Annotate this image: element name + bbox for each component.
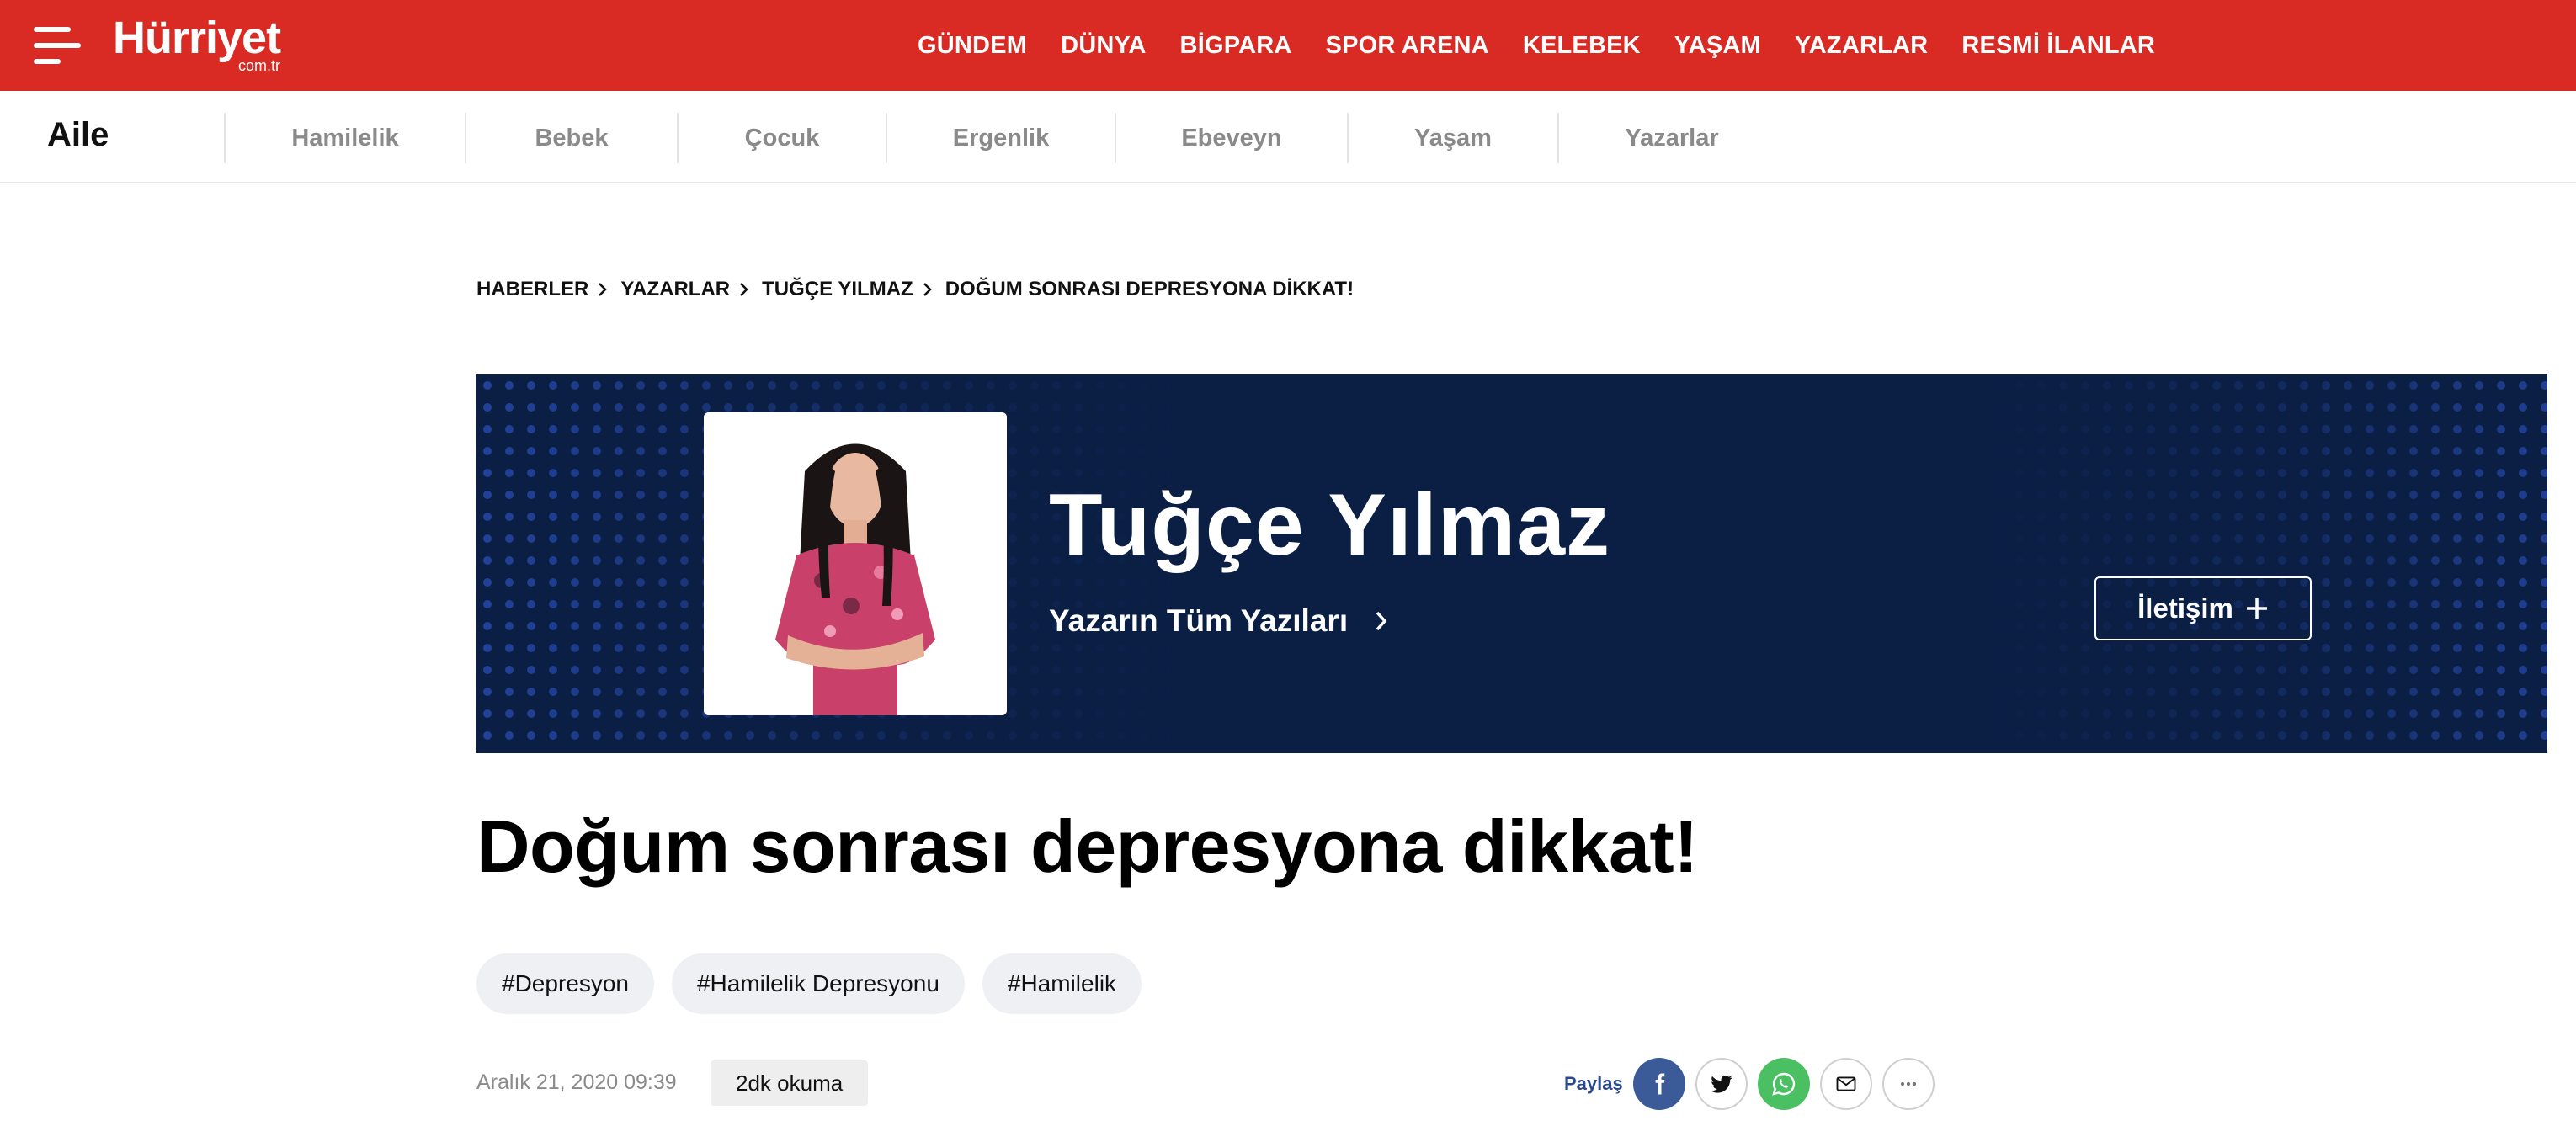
nav-yasam[interactable]: YAŞAM: [1674, 32, 1761, 60]
nav-dunya[interactable]: DÜNYA: [1061, 32, 1146, 60]
author-name: Tuğçe Yılmaz: [1049, 476, 1611, 574]
subnav-item-yasam[interactable]: Yaşam: [1347, 113, 1557, 163]
nav-yazarlar[interactable]: YAZARLAR: [1795, 32, 1928, 60]
author-banner: Tuğçe Yılmaz Yazarın Tüm Yazıları İletiş…: [476, 374, 2547, 753]
mail-icon: [1836, 1076, 1856, 1091]
menu-icon[interactable]: [34, 27, 81, 64]
more-icon: [1900, 1081, 1916, 1086]
chevron-right-icon: [1376, 611, 1387, 631]
more-share-button[interactable]: [1881, 1058, 1935, 1110]
subnav-item-ergenlik[interactable]: Ergenlik: [886, 113, 1115, 163]
author-photo[interactable]: [704, 412, 1007, 715]
twitter-share-button[interactable]: [1695, 1058, 1748, 1110]
facebook-share-button[interactable]: [1632, 1058, 1685, 1110]
all-posts-label: Yazarın Tüm Yazıları: [1049, 603, 1349, 638]
top-header: Hürriyet com.tr GÜNDEM DÜNYA BİGPARA SPO…: [0, 0, 2576, 91]
breadcrumb-current: DOĞUM SONRASI DEPRESYONA DİKKAT!: [945, 278, 1355, 300]
subnav-item-bebek[interactable]: Bebek: [465, 113, 677, 163]
tag-depresyon[interactable]: #Depresyon: [476, 953, 654, 1014]
share-label: Paylaş: [1564, 1073, 1623, 1094]
breadcrumb-haberler[interactable]: HABERLER: [476, 278, 588, 301]
plus-icon: [2246, 598, 2267, 619]
subnav-item-yazarlar[interactable]: Yazarlar: [1557, 113, 1785, 163]
chevron-right-icon: [597, 281, 609, 298]
whatsapp-share-button[interactable]: [1757, 1058, 1810, 1110]
section-subnav: Aile Hamilelik Bebek Çocuk Ergenlik Ebev…: [0, 91, 2576, 183]
nav-resmi-ilanlar[interactable]: RESMİ İLANLAR: [1961, 32, 2155, 60]
publish-date: Aralık 21, 2020 09:39: [476, 1070, 677, 1094]
contact-label: İletişim: [2137, 592, 2233, 624]
chevron-right-icon: [922, 281, 934, 298]
tag-hamilelik[interactable]: #Hamilelik: [982, 953, 1142, 1014]
facebook-icon: [1655, 1073, 1664, 1095]
nav-kelebek[interactable]: KELEBEK: [1523, 32, 1641, 60]
subnav-items: Hamilelik Bebek Çocuk Ergenlik Ebeveyn Y…: [224, 113, 1785, 163]
breadcrumb-yazarlar[interactable]: YAZARLAR: [620, 278, 730, 301]
breadcrumb: HABERLER YAZARLAR TUĞÇE YILMAZ DOĞUM SON…: [476, 278, 1354, 301]
whatsapp-icon: [1771, 1072, 1795, 1096]
breadcrumb-author[interactable]: TUĞÇE YILMAZ: [762, 278, 913, 301]
read-time-badge: 2dk okuma: [711, 1060, 869, 1106]
section-title[interactable]: Aile: [47, 116, 109, 154]
subnav-item-hamilelik[interactable]: Hamilelik: [224, 113, 465, 163]
all-posts-link[interactable]: Yazarın Tüm Yazıları: [1049, 603, 1390, 639]
article-title: Doğum sonrası depresyona dikkat!: [476, 805, 1699, 888]
nav-bigpara[interactable]: BİGPARA: [1180, 32, 1292, 60]
tag-list: #Depresyon #Hamilelik Depresyonu #Hamile…: [476, 953, 1159, 1014]
mail-share-button[interactable]: [1819, 1058, 1872, 1110]
chevron-right-icon: [738, 281, 750, 298]
subnav-item-cocuk[interactable]: Çocuk: [677, 113, 886, 163]
contact-button[interactable]: İletişim: [2094, 576, 2312, 640]
site-logo[interactable]: Hürriyet com.tr: [113, 13, 281, 74]
logo-text: Hürriyet: [113, 13, 281, 63]
tag-hamilelik-depresyonu[interactable]: #Hamilelik Depresyonu: [671, 953, 965, 1014]
nav-gundem[interactable]: GÜNDEM: [918, 32, 1027, 60]
main-nav: GÜNDEM DÜNYA BİGPARA SPOR ARENA KELEBEK …: [918, 0, 2189, 91]
author-avatar-illustration: [704, 412, 1007, 715]
nav-spor-arena[interactable]: SPOR ARENA: [1326, 32, 1489, 60]
twitter-icon: [1710, 1075, 1732, 1093]
logo-domain: com.tr: [238, 57, 281, 74]
subnav-item-ebeveyn[interactable]: Ebeveyn: [1115, 113, 1347, 163]
share-bar: Paylaş: [1564, 1058, 1945, 1110]
